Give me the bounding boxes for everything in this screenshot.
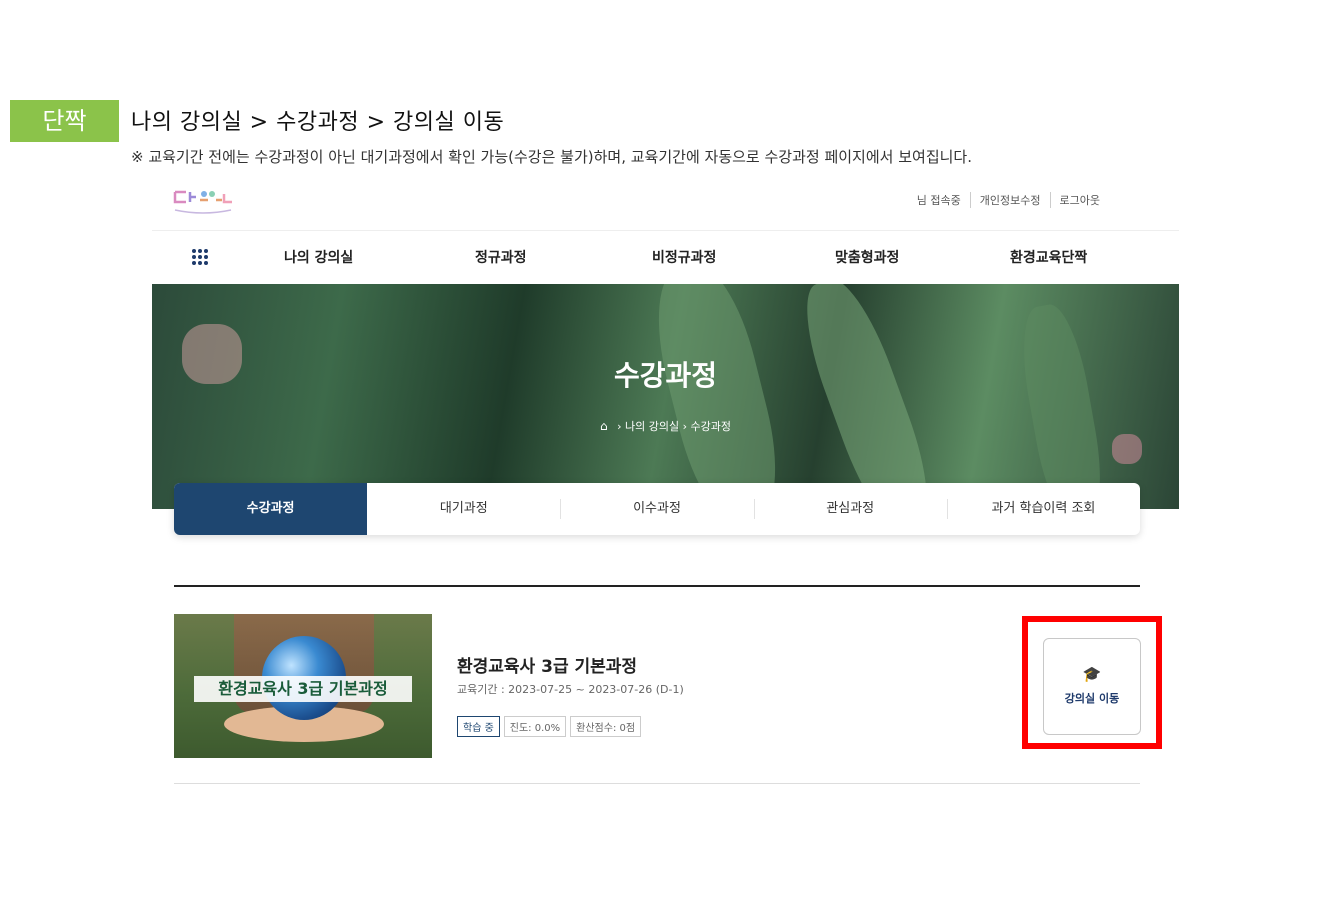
breadcrumb-item[interactable]: 나의 강의실: [625, 420, 679, 433]
guide-path: 나의 강의실 > 수강과정 > 강의실 이동: [131, 110, 505, 135]
global-nav: 나의 강의실 정규과정 비정규과정 맞춤형과정 환경교육단짝: [152, 231, 1179, 283]
gnb-item-danjjak[interactable]: 환경교육단짝: [1010, 247, 1087, 267]
list-divider: [174, 783, 1140, 784]
logout-link[interactable]: 로그아웃: [1049, 192, 1109, 208]
course-thumbnail[interactable]: 환경교육사 3급 기본과정: [174, 614, 432, 758]
section-divider: [174, 585, 1140, 587]
score-badge: 환산점수: 0점: [570, 716, 642, 737]
breadcrumb-separator: ›: [682, 420, 688, 433]
site-logo[interactable]: [172, 186, 234, 220]
login-status: 님 접속중: [916, 194, 961, 207]
breadcrumb-separator: ›: [617, 420, 622, 433]
gnb-item-irregular[interactable]: 비정규과정: [652, 247, 716, 267]
tab-waiting[interactable]: 대기과정: [367, 483, 560, 535]
breadcrumb: ⌂ › 나의 강의실 › 수강과정: [152, 418, 1179, 434]
page-title: 수강과정: [613, 359, 718, 392]
course-title[interactable]: 환경교육사 3급 기본과정: [457, 652, 637, 677]
grass-blade-decoration: [789, 284, 945, 509]
guide-note: ※ 교육기간 전에는 수강과정이 아닌 대기과정에서 확인 가능(수강은 불가)…: [131, 148, 972, 166]
course-status-chips: 학습 중 진도: 0.0% 환산점수: 0점: [457, 716, 642, 737]
grid-icon[interactable]: [192, 249, 208, 265]
edit-profile-link[interactable]: 개인정보수정: [969, 192, 1050, 208]
grass-blade-decoration: [1013, 300, 1111, 509]
status-badge: 학습 중: [457, 716, 500, 737]
enter-classroom-label: 강의실 이동: [1064, 692, 1120, 705]
gnb-item-my-classroom[interactable]: 나의 강의실: [284, 247, 353, 267]
utility-nav: 님 접속중 개인정보수정 로그아웃: [908, 192, 1109, 208]
tab-history[interactable]: 과거 학습이력 조회: [946, 483, 1140, 535]
grass-blade-decoration: [641, 284, 793, 509]
course-tabs: 수강과정 대기과정 이수과정 관심과정 과거 학습이력 조회: [174, 483, 1140, 535]
enter-classroom-button[interactable]: 🎓 강의실 이동: [1043, 638, 1141, 735]
course-period: 교육기간 : 2023-07-25 ~ 2023-07-26 (D-1): [457, 683, 684, 696]
gnb-item-regular[interactable]: 정규과정: [475, 247, 527, 267]
bokeh-decoration: [1112, 434, 1142, 464]
progress-badge: 진도: 0.0%: [503, 716, 567, 737]
tab-enrolled[interactable]: 수강과정: [174, 483, 368, 535]
home-icon[interactable]: ⌂: [600, 419, 608, 433]
tab-completed[interactable]: 이수과정: [560, 483, 753, 535]
gnb-item-custom[interactable]: 맞춤형과정: [835, 247, 899, 267]
guide-badge: 단짝: [10, 100, 119, 142]
hero-banner: 수강과정 ⌂ › 나의 강의실 › 수강과정: [152, 284, 1179, 509]
tab-interest[interactable]: 관심과정: [753, 483, 947, 535]
graduation-cap-icon: 🎓: [1082, 665, 1102, 683]
site-screenshot: 님 접속중 개인정보수정 로그아웃 나의 강의실 정규과정 비정규과정 맞춤형과…: [152, 178, 1179, 798]
thumbnail-label: 환경교육사 3급 기본과정: [194, 676, 412, 702]
logo-icon: [173, 190, 232, 214]
breadcrumb-item[interactable]: 수강과정: [691, 420, 731, 433]
